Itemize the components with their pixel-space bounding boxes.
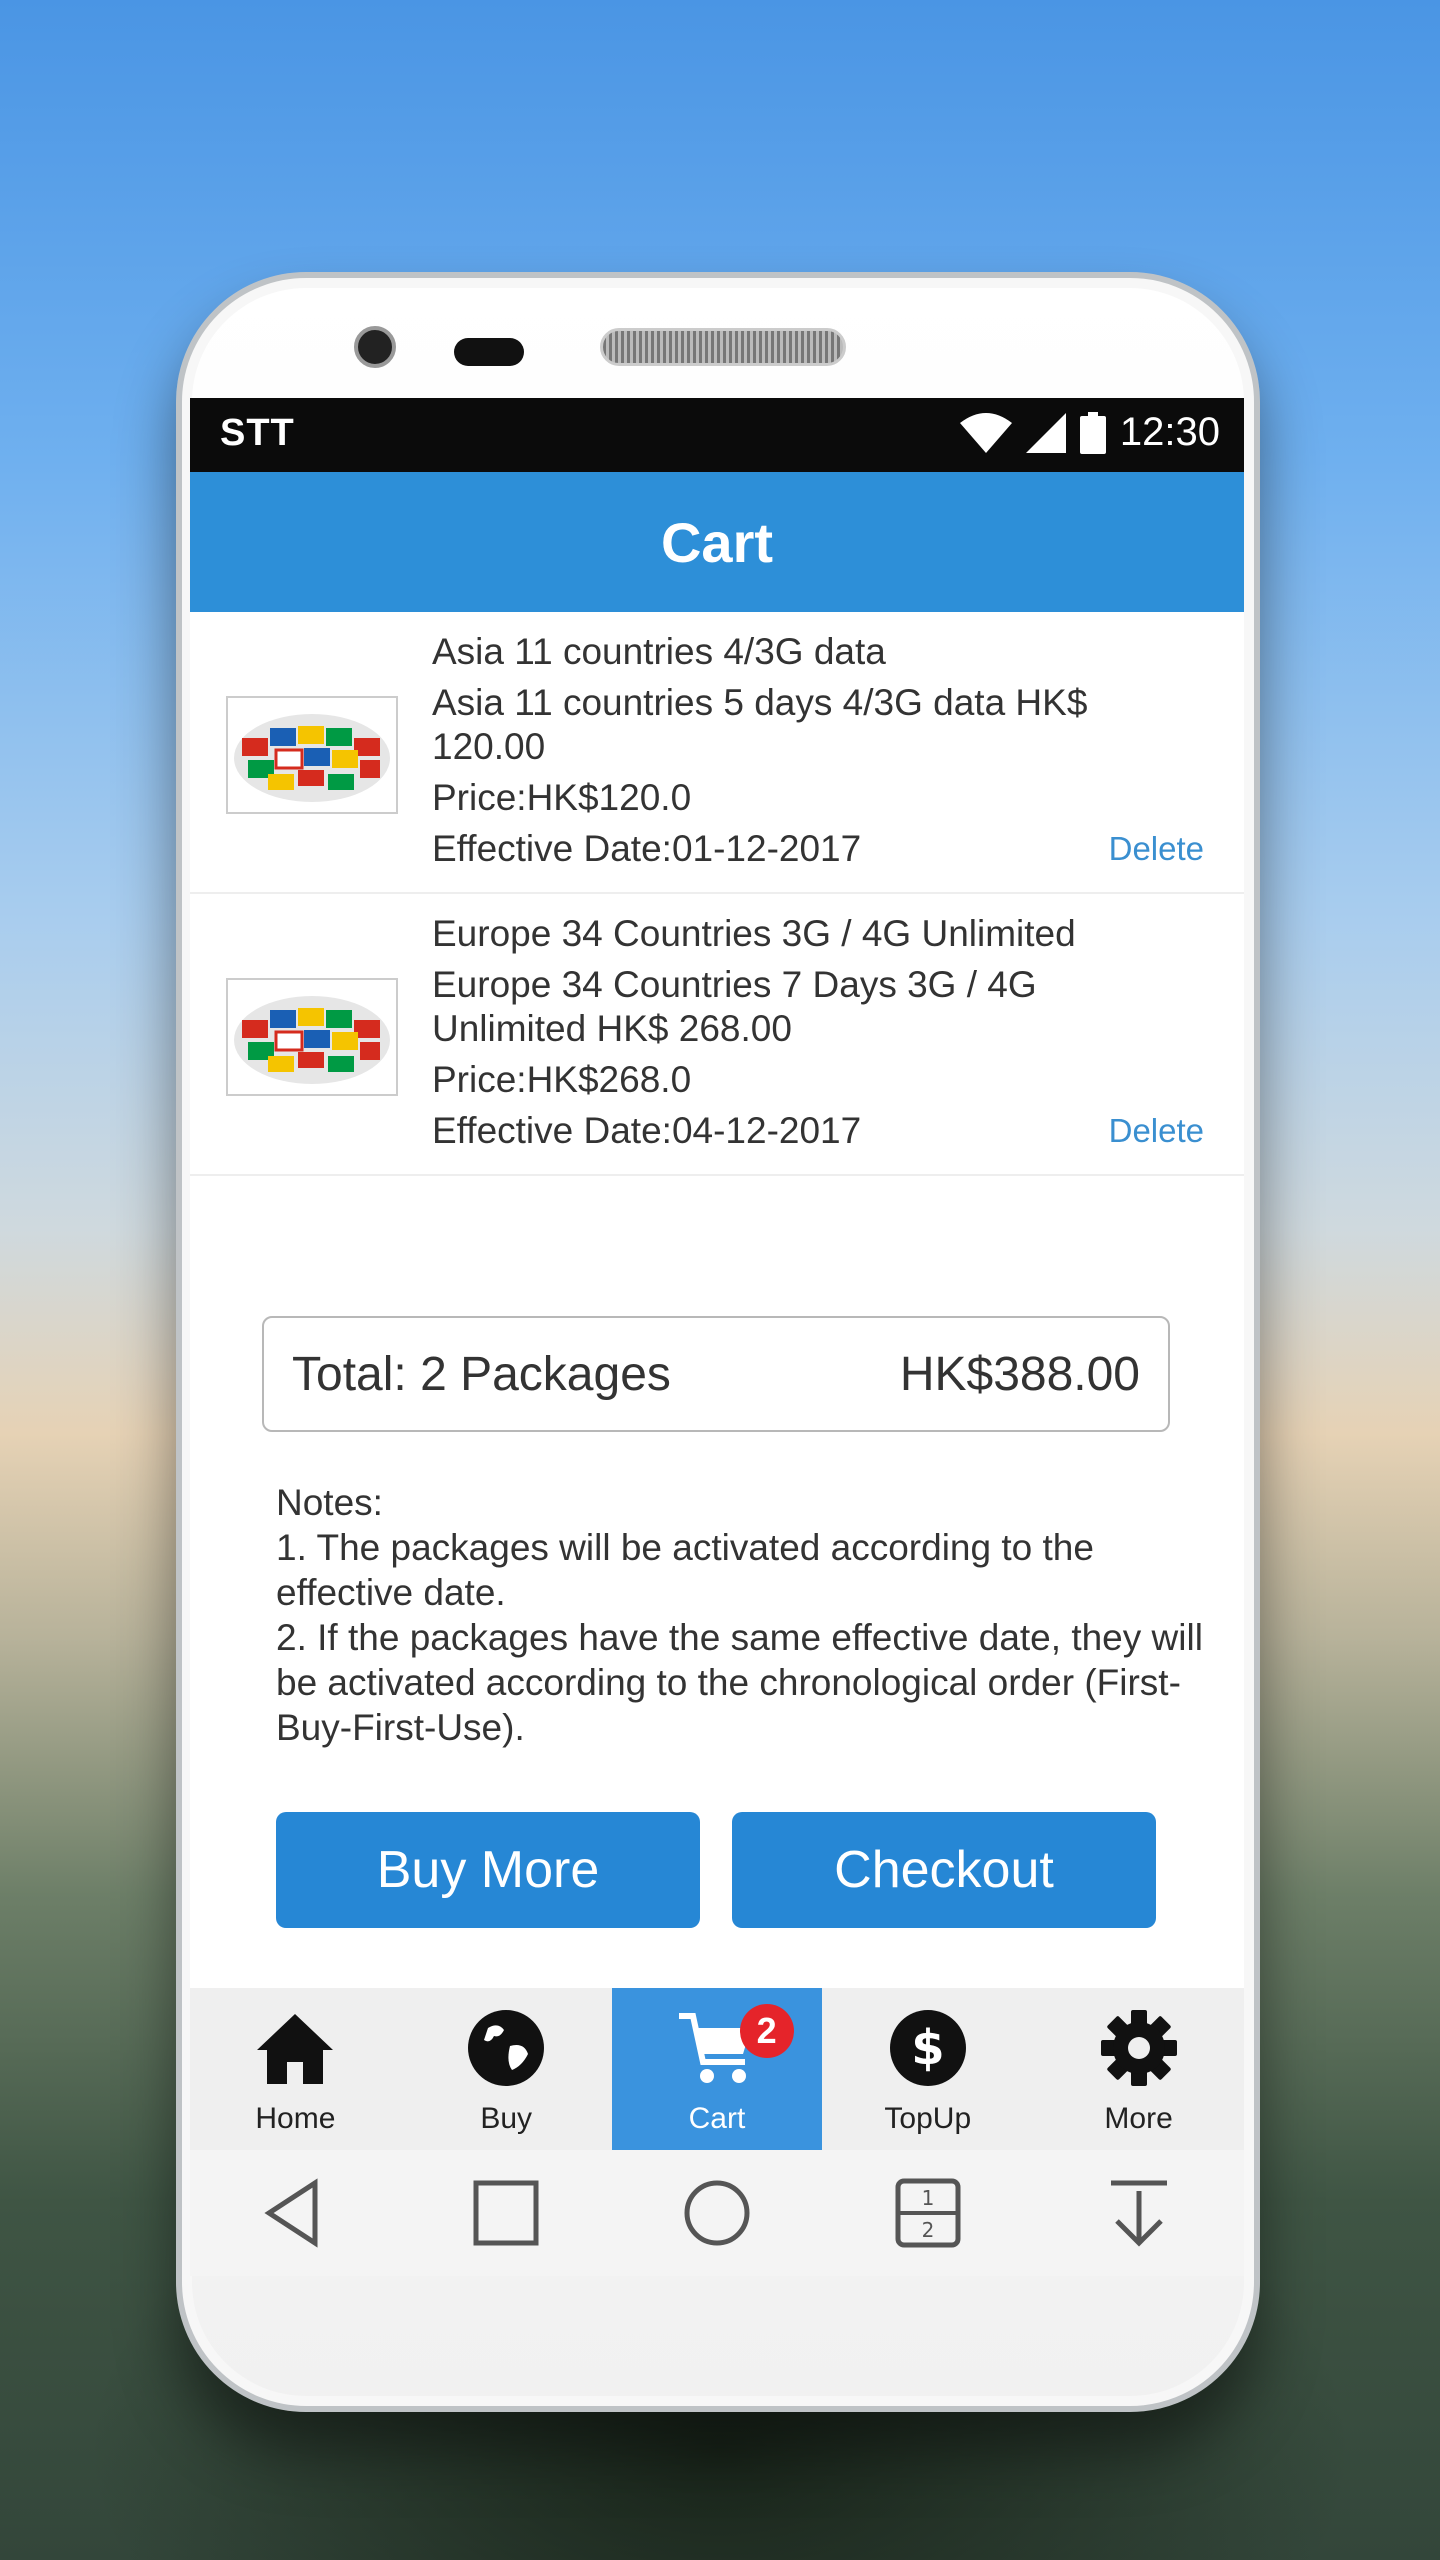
globe-icon <box>468 2010 545 2086</box>
package-description: Asia 11 countries 5 days 4/3G data HK$ 1… <box>432 682 1088 767</box>
proximity-sensor <box>454 338 524 366</box>
world-flags-image <box>234 714 390 802</box>
notes-line-2: 2. If the packages have the same effecti… <box>276 1617 1203 1748</box>
carrier-name: STT <box>220 412 295 454</box>
earpiece-speaker <box>600 328 846 366</box>
total-amount: HK$388.00 <box>899 1347 1140 1401</box>
wifi-icon <box>959 412 1012 453</box>
tab-buy[interactable]: Buy <box>401 1988 612 2150</box>
back-icon[interactable] <box>255 2173 335 2253</box>
package-title: Europe 34 Countries 3G / 4G Unlimited <box>432 913 1076 954</box>
notes-line-1: 1. The packages will be activated accord… <box>276 1527 1094 1613</box>
home-nav-icon[interactable] <box>677 2173 757 2253</box>
package-effective-date: Effective Date:04-12-2017 <box>432 1110 862 1151</box>
dollar-icon: $ <box>889 2010 966 2086</box>
cart-item: Asia 11 countries 4/3G data Asia 11 coun… <box>190 612 1244 894</box>
package-thumbnail <box>226 696 398 814</box>
tab-label: Home <box>255 2102 336 2135</box>
package-price: Price:HK$268.0 <box>432 1059 692 1100</box>
front-camera <box>354 326 396 368</box>
tab-label: More <box>1104 2102 1173 2135</box>
total-summary: Total: 2 Packages HK$388.00 <box>262 1316 1170 1432</box>
dual-window-icon[interactable]: 1 2 <box>888 2173 968 2253</box>
tab-cart[interactable]: 2 Cart <box>611 1988 823 2150</box>
notes: Notes: 1. The packages will be activated… <box>276 1480 1226 1750</box>
cart-item: Europe 34 Countries 3G / 4G Unlimited Eu… <box>190 894 1244 1176</box>
gear-icon <box>1100 2010 1177 2086</box>
page-title: Cart <box>660 510 774 574</box>
system-nav-bar: 1 2 <box>190 2150 1244 2276</box>
battery-icon <box>1079 411 1106 454</box>
svg-text:2: 2 <box>921 2218 934 2242</box>
clock: 12:30 <box>1119 410 1220 454</box>
delete-button[interactable]: Delete <box>1109 1112 1204 1150</box>
package-effective-date: Effective Date:01-12-2017 <box>432 828 862 869</box>
package-title: Asia 11 countries 4/3G data <box>432 631 886 672</box>
tab-label: TopUp <box>884 2102 972 2135</box>
status-icons: 12:30 <box>959 410 1220 455</box>
status-bar: STT 12:30 <box>190 398 1244 472</box>
recents-icon[interactable] <box>466 2173 546 2253</box>
app-bar: Cart <box>190 472 1244 612</box>
phone-screen: STT 12:30 Cart Asia 11 countries 4/3G da… <box>190 398 1244 2276</box>
signal-icon <box>1025 412 1066 453</box>
notification-pulldown-icon[interactable] <box>1099 2173 1179 2253</box>
home-icon <box>257 2014 334 2084</box>
tab-label: Buy <box>480 2102 533 2135</box>
tab-label: Cart <box>688 2102 746 2135</box>
cart-badge: 2 <box>739 2004 794 2058</box>
package-thumbnail <box>226 978 398 1096</box>
svg-text:$: $ <box>911 2020 944 2076</box>
notes-heading: Notes: <box>276 1482 383 1523</box>
package-description: Europe 34 Countries 7 Days 3G / 4G Unlim… <box>432 964 1037 1049</box>
world-flags-image <box>234 996 390 1084</box>
package-price: Price:HK$120.0 <box>432 777 692 818</box>
delete-button[interactable]: Delete <box>1109 830 1204 868</box>
tab-home[interactable]: Home <box>190 1988 401 2150</box>
checkout-button[interactable]: Checkout <box>732 1812 1156 1928</box>
svg-text:1: 1 <box>921 2186 934 2210</box>
total-label: Total: 2 Packages <box>292 1347 671 1401</box>
buy-more-button[interactable]: Buy More <box>276 1812 700 1928</box>
bottom-tab-bar: Home Buy 2 Cart $ TopUp More <box>190 1988 1244 2150</box>
tab-topup[interactable]: $ TopUp <box>822 1988 1033 2150</box>
tab-more[interactable]: More <box>1033 1988 1244 2150</box>
